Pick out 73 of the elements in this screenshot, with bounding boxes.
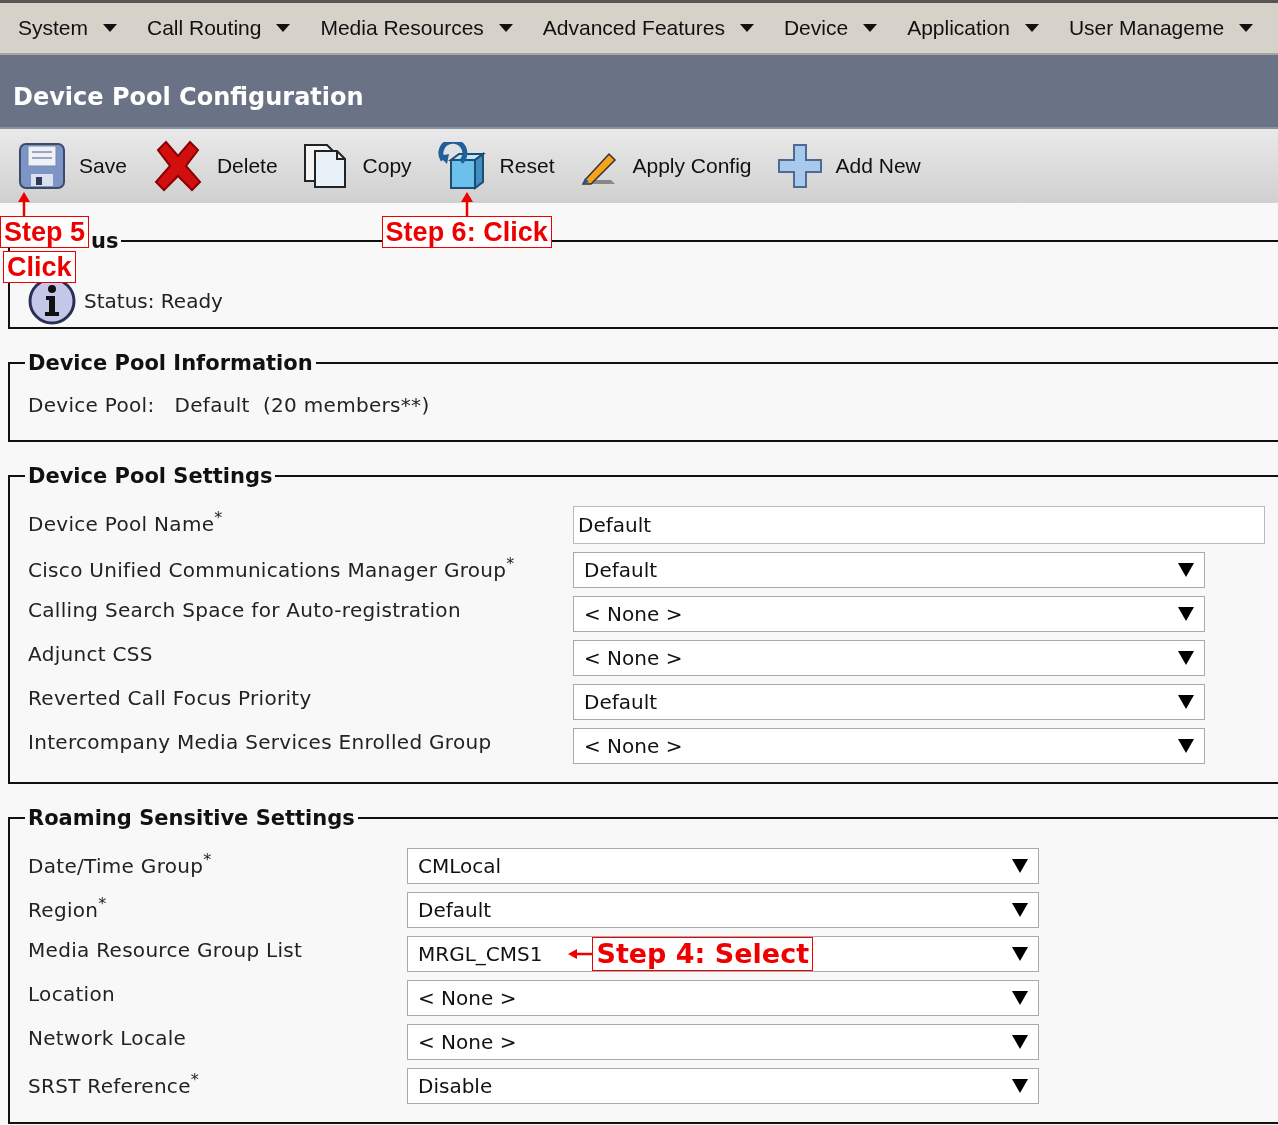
section-title: us bbox=[91, 229, 119, 253]
caret-icon bbox=[1012, 947, 1028, 961]
page-title: Device Pool Configuration bbox=[13, 83, 364, 111]
field-label: Cisco Unified Communications Manager Group$^{*}$ bbox=[28, 553, 516, 582]
caret-icon bbox=[498, 24, 513, 32]
caret-icon bbox=[1178, 739, 1194, 753]
field-label: Device Pool: bbox=[28, 393, 155, 417]
section-title: Roaming Sensitive Settings bbox=[28, 806, 355, 830]
cube-refresh-icon bbox=[436, 142, 487, 190]
caret-icon bbox=[1178, 651, 1194, 665]
arrow-icon bbox=[460, 192, 473, 216]
text-field[interactable]: Default bbox=[573, 506, 1265, 544]
menu-item[interactable]: Call Routing bbox=[147, 16, 291, 40]
add-button[interactable]: Add New bbox=[776, 143, 921, 189]
documents-icon bbox=[302, 143, 347, 189]
field-label: SRST Reference$^{*}$ bbox=[28, 1069, 201, 1098]
field-label: Adjunct CSS bbox=[28, 641, 154, 666]
caret-icon bbox=[863, 24, 878, 32]
plus-icon bbox=[776, 143, 823, 189]
field-label: Region$^{*}$ bbox=[28, 893, 108, 922]
menu-item[interactable]: Application bbox=[907, 16, 1039, 40]
annotation-label: Click bbox=[3, 251, 76, 283]
dropdown[interactable]: Default bbox=[573, 552, 1205, 588]
field-label: Network Locale bbox=[28, 1025, 188, 1050]
menu-item[interactable]: Device bbox=[783, 16, 878, 40]
field-label: Intercompany Media Services Enrolled Group bbox=[28, 729, 493, 754]
caret-icon bbox=[1178, 695, 1194, 709]
field-label: Calling Search Space for Auto-registration bbox=[28, 597, 462, 622]
dropdown[interactable]: < None > bbox=[573, 640, 1205, 676]
dropdown[interactable]: Default bbox=[407, 892, 1039, 928]
field-label: Location bbox=[28, 981, 116, 1006]
field-label: Device Pool Name$^{*}$ bbox=[28, 507, 224, 536]
caret-icon bbox=[1012, 991, 1028, 1005]
dropdown[interactable]: CMLocal bbox=[407, 848, 1039, 884]
dropdown[interactable]: Default bbox=[573, 684, 1205, 720]
caret-icon bbox=[739, 24, 754, 32]
menu-item[interactable]: User Manageme bbox=[1068, 16, 1254, 40]
annotation-label: Step 6: Click bbox=[381, 216, 552, 248]
status-message: Status: Ready bbox=[84, 289, 223, 313]
save-button[interactable]: Save bbox=[18, 142, 127, 190]
section-title: Device Pool Settings bbox=[28, 464, 273, 488]
arrow-icon bbox=[18, 192, 30, 216]
field-label: Media Resource Group List bbox=[28, 937, 304, 962]
caret-icon bbox=[1239, 24, 1254, 32]
dropdown[interactable]: < None > bbox=[407, 980, 1039, 1016]
caret-icon bbox=[1178, 563, 1194, 577]
caret-icon bbox=[1024, 24, 1039, 32]
copy-button[interactable]: Copy bbox=[302, 143, 412, 189]
annotation-label: Step 4: Select bbox=[592, 937, 814, 971]
apply-button[interactable]: Apply Config bbox=[579, 146, 752, 186]
menu-item[interactable]: Media Resources bbox=[320, 16, 513, 40]
caret-icon bbox=[1178, 607, 1194, 621]
dropdown[interactable]: Disable bbox=[407, 1068, 1039, 1104]
field-value: Default (20 members**) bbox=[174, 393, 430, 417]
caret-icon bbox=[276, 24, 291, 32]
caret-icon bbox=[1012, 859, 1028, 873]
field-label: Date/Time Group$^{*}$ bbox=[28, 849, 213, 878]
caret-icon bbox=[1012, 1079, 1028, 1093]
arrow-icon bbox=[568, 948, 593, 960]
section-title: Device Pool Information bbox=[28, 351, 313, 375]
caret-icon bbox=[1012, 1035, 1028, 1049]
reset-button[interactable]: Reset bbox=[436, 142, 555, 190]
caret-icon bbox=[103, 24, 117, 32]
caret-icon bbox=[1012, 903, 1028, 917]
annotation-label: Step 5 bbox=[0, 216, 90, 248]
dropdown[interactable]: < None > bbox=[573, 728, 1205, 764]
field-label: Reverted Call Focus Priority bbox=[28, 685, 313, 710]
dropdown[interactable]: < None > bbox=[407, 1024, 1039, 1060]
dropdown[interactable]: MRGL_CMS1 Step 4: Select bbox=[407, 936, 1039, 972]
menu-item[interactable]: System bbox=[18, 16, 117, 40]
dropdown[interactable]: < None > bbox=[573, 596, 1205, 632]
menu-item[interactable]: Advanced Features bbox=[542, 16, 754, 40]
delete-button[interactable]: Delete bbox=[151, 140, 278, 192]
